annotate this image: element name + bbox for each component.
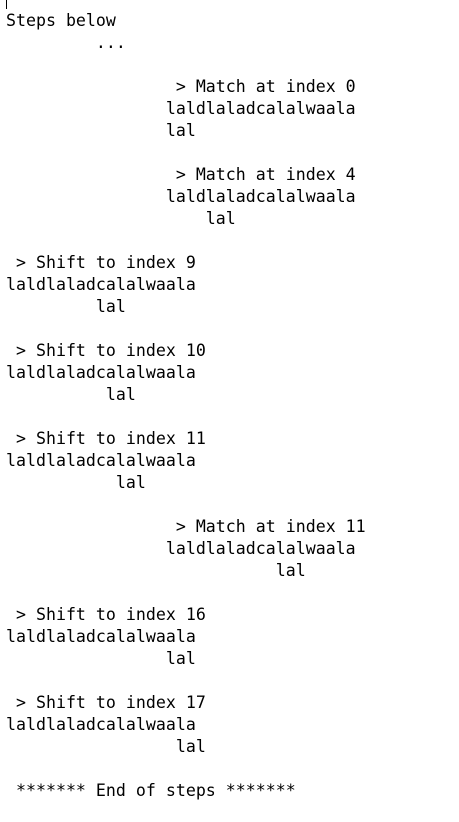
console-line: laldlaladcalalwaala xyxy=(6,187,356,206)
console-line: > Shift to index 17 xyxy=(6,693,206,712)
console-line: ... xyxy=(6,33,126,52)
console-line: lal xyxy=(6,737,206,756)
console-line: lal xyxy=(6,473,146,492)
console-line: > Match at index 4 xyxy=(6,165,356,184)
console-line: laldlaladcalalwaala xyxy=(6,539,356,558)
console-line: Steps below xyxy=(6,11,116,30)
console-line: > Shift to index 10 xyxy=(6,341,206,360)
text-cursor xyxy=(6,0,7,9)
console-line: lal xyxy=(6,561,306,580)
console-line: laldlaladcalalwaala xyxy=(6,275,196,294)
console-line: laldlaladcalalwaala xyxy=(6,715,196,734)
console-line: laldlaladcalalwaala xyxy=(6,363,196,382)
console-line: > Shift to index 11 xyxy=(6,429,206,448)
console-line: lal xyxy=(6,385,136,404)
console-line: lal xyxy=(6,649,196,668)
console-line: ******* End of steps ******* xyxy=(6,781,296,800)
console-line: lal xyxy=(6,297,126,316)
console-line: laldlaladcalalwaala xyxy=(6,451,196,470)
console-line: lal xyxy=(6,209,236,228)
console-line: laldlaladcalalwaala xyxy=(6,627,196,646)
console-output-window: Steps below ... > Match at index 0 laldl… xyxy=(0,0,459,822)
console-line: > Shift to index 9 xyxy=(6,253,196,272)
console-line: > Match at index 11 xyxy=(6,517,366,536)
console-line: lal xyxy=(6,121,196,140)
console-line: laldlaladcalalwaala xyxy=(6,99,356,118)
console-line: > Match at index 0 xyxy=(6,77,356,96)
console-text: Steps below ... > Match at index 0 laldl… xyxy=(0,0,459,802)
console-line: > Shift to index 16 xyxy=(6,605,206,624)
